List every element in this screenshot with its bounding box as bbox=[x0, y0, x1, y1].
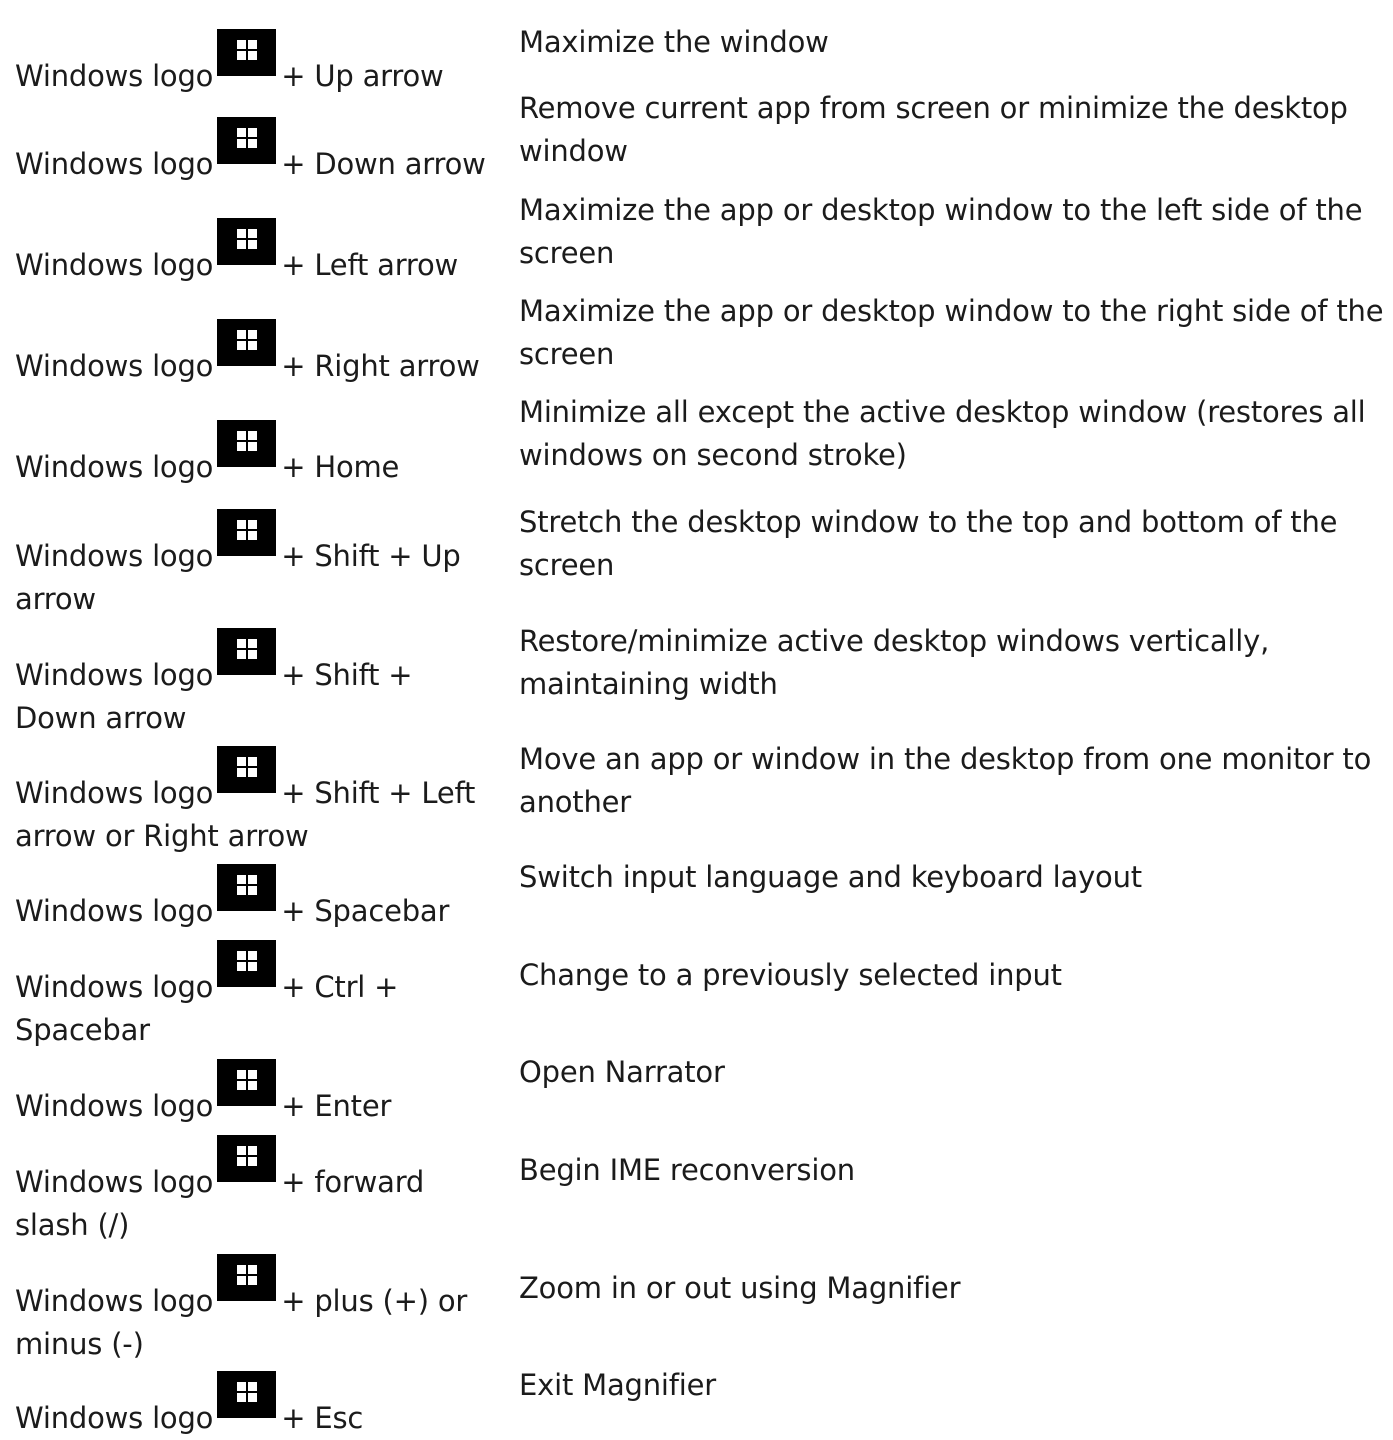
description-line-2: screen bbox=[519, 236, 615, 270]
shortcut-key-continuation: Spacebar bbox=[15, 1013, 150, 1047]
description-line-1: Move an app or window in the desktop fro… bbox=[519, 742, 1372, 776]
shortcut-description: Switch input language and keyboard layou… bbox=[519, 856, 1389, 899]
shortcut-key-prefix: Windows logo bbox=[15, 248, 214, 282]
shortcut-key-suffix: + Home bbox=[281, 450, 400, 484]
shortcut-key-suffix: + Shift + Left bbox=[281, 776, 476, 810]
shortcut-description: Restore/minimize active desktop windows … bbox=[519, 620, 1389, 706]
shortcut-key-suffix: + Ctrl + bbox=[281, 970, 399, 1004]
shortcut-key-prefix: Windows logo bbox=[15, 349, 214, 383]
shortcut-description: Change to a previously selected input bbox=[519, 954, 1389, 997]
shortcut-keys: Windows logo + Up arrow bbox=[15, 29, 444, 98]
description-line-1: Open Narrator bbox=[519, 1055, 725, 1089]
shortcut-key-suffix: + Shift + bbox=[281, 658, 413, 692]
shortcut-key-suffix: + Up arrow bbox=[281, 59, 444, 93]
shortcut-description: Exit Magnifier bbox=[519, 1364, 1389, 1407]
description-line-1: Zoom in or out using Magnifier bbox=[519, 1271, 961, 1305]
shortcut-key-prefix: Windows logo bbox=[15, 1284, 214, 1318]
shortcut-key-continuation: minus (-) bbox=[15, 1327, 144, 1361]
shortcut-key-suffix: + plus (+) or bbox=[281, 1284, 468, 1318]
shortcut-key-continuation: arrow or Right arrow bbox=[15, 819, 309, 853]
shortcut-description: Begin IME reconversion bbox=[519, 1149, 1389, 1192]
shortcut-key-suffix: + Spacebar bbox=[281, 894, 450, 928]
shortcut-keys: Windows logo + plus (+) or minus (-) bbox=[15, 1254, 467, 1366]
shortcut-keys: Windows logo + Home bbox=[15, 420, 399, 489]
shortcut-description: Maximize the window bbox=[519, 21, 1389, 64]
shortcut-description: Maximize the app or desktop window to th… bbox=[519, 189, 1389, 275]
description-line-1: Change to a previously selected input bbox=[519, 958, 1062, 992]
description-line-1: Stretch the desktop window to the top an… bbox=[519, 505, 1338, 539]
windows-logo-icon bbox=[217, 1371, 277, 1418]
shortcut-key-suffix: + Shift + Up bbox=[281, 539, 461, 573]
shortcut-keys: Windows logo + Esc bbox=[15, 1371, 363, 1440]
shortcut-key-continuation: arrow bbox=[15, 582, 96, 616]
shortcut-key-prefix: Windows logo bbox=[15, 147, 214, 181]
shortcut-description: Open Narrator bbox=[519, 1051, 1389, 1094]
shortcut-key-prefix: Windows logo bbox=[15, 970, 214, 1004]
shortcut-keys: Windows logo + Enter bbox=[15, 1059, 391, 1128]
windows-logo-icon bbox=[217, 1135, 277, 1182]
windows-logo-icon bbox=[217, 746, 277, 793]
shortcut-key-prefix: Windows logo bbox=[15, 539, 214, 573]
shortcut-keys: Windows logo + forward slash (/) bbox=[15, 1135, 424, 1247]
shortcut-description: Zoom in or out using Magnifier bbox=[519, 1267, 1389, 1310]
description-line-2: screen bbox=[519, 337, 615, 371]
shortcut-keys: Windows logo + Shift + Up arrow bbox=[15, 509, 461, 621]
shortcut-key-suffix: + Right arrow bbox=[281, 349, 480, 383]
shortcut-key-continuation: Down arrow bbox=[15, 701, 187, 735]
description-line-2: another bbox=[519, 785, 632, 819]
shortcut-description: Remove current app from screen or minimi… bbox=[519, 87, 1389, 173]
description-line-1: Remove current app from screen or minimi… bbox=[519, 91, 1348, 125]
windows-logo-icon bbox=[217, 940, 277, 987]
windows-logo-icon bbox=[217, 509, 277, 556]
shortcut-key-prefix: Windows logo bbox=[15, 59, 214, 93]
shortcut-keys: Windows logo + Spacebar bbox=[15, 864, 449, 933]
description-line-1: Minimize all except the active desktop w… bbox=[519, 395, 1366, 429]
windows-logo-icon bbox=[217, 218, 277, 265]
description-line-1: Maximize the window bbox=[519, 25, 829, 59]
shortcut-key-continuation: slash (/) bbox=[15, 1208, 130, 1242]
shortcut-key-prefix: Windows logo bbox=[15, 1089, 214, 1123]
description-line-1: Switch input language and keyboard layou… bbox=[519, 860, 1142, 894]
windows-logo-icon bbox=[217, 1254, 277, 1301]
shortcut-key-suffix: + Enter bbox=[281, 1089, 392, 1123]
shortcut-keys: Windows logo + Right arrow bbox=[15, 319, 480, 388]
shortcut-description: Maximize the app or desktop window to th… bbox=[519, 290, 1389, 376]
shortcut-key-prefix: Windows logo bbox=[15, 776, 214, 810]
windows-logo-icon bbox=[217, 29, 277, 76]
description-line-1: Maximize the app or desktop window to th… bbox=[519, 294, 1384, 328]
description-line-1: Restore/minimize active desktop windows … bbox=[519, 624, 1270, 658]
windows-logo-icon bbox=[217, 628, 277, 675]
shortcut-key-suffix: + Esc bbox=[281, 1401, 364, 1435]
shortcut-keys: Windows logo + Shift + Left arrow or Right… bbox=[15, 746, 475, 858]
shortcut-key-prefix: Windows logo bbox=[15, 1165, 214, 1199]
shortcut-key-suffix: + forward bbox=[281, 1165, 425, 1199]
windows-logo-icon bbox=[217, 864, 277, 911]
description-line-1: Begin IME reconversion bbox=[519, 1153, 855, 1187]
shortcut-keys: Windows logo + Down arrow bbox=[15, 117, 486, 186]
description-line-1: Maximize the app or desktop window to th… bbox=[519, 193, 1363, 227]
windows-logo-icon bbox=[217, 117, 277, 164]
description-line-2: screen bbox=[519, 548, 615, 582]
description-line-1: Exit Magnifier bbox=[519, 1368, 716, 1402]
shortcut-key-prefix: Windows logo bbox=[15, 658, 214, 692]
shortcut-key-prefix: Windows logo bbox=[15, 1401, 214, 1435]
shortcut-key-suffix: + Left arrow bbox=[281, 248, 459, 282]
shortcut-description: Minimize all except the active desktop w… bbox=[519, 391, 1389, 477]
windows-logo-icon bbox=[217, 319, 277, 366]
shortcut-keys: Windows logo + Ctrl + Spacebar bbox=[15, 940, 398, 1052]
windows-logo-icon bbox=[217, 420, 277, 467]
windows-logo-icon bbox=[217, 1059, 277, 1106]
shortcut-key-prefix: Windows logo bbox=[15, 894, 214, 928]
shortcut-keys: Windows logo + Shift + Down arrow bbox=[15, 628, 413, 740]
shortcut-key-suffix: + Down arrow bbox=[281, 147, 486, 181]
shortcut-description: Stretch the desktop window to the top an… bbox=[519, 501, 1389, 587]
description-line-2: windows on second stroke) bbox=[519, 438, 907, 472]
shortcut-description: Move an app or window in the desktop fro… bbox=[519, 738, 1389, 824]
description-line-2: maintaining width bbox=[519, 667, 778, 701]
shortcut-keys: Windows logo + Left arrow bbox=[15, 218, 458, 287]
description-line-2: window bbox=[519, 134, 628, 168]
shortcut-key-prefix: Windows logo bbox=[15, 450, 214, 484]
